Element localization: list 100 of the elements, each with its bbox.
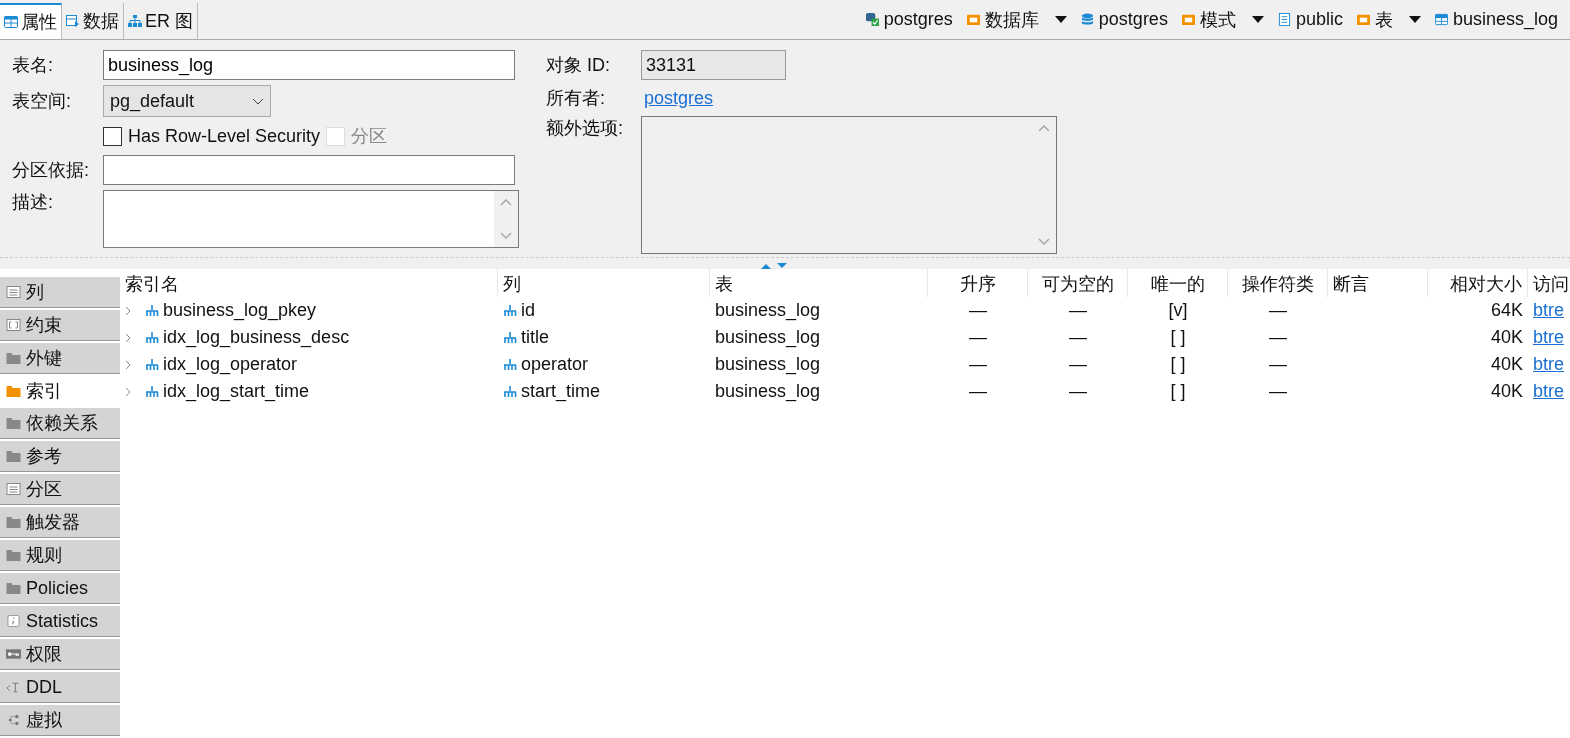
table-cell: — bbox=[969, 354, 987, 375]
bracket-icon bbox=[6, 319, 21, 331]
field-label: 对象 ID: bbox=[546, 54, 611, 77]
field-label: 分区依据: bbox=[12, 159, 90, 182]
breadcrumb-item[interactable]: postgres bbox=[865, 9, 953, 30]
dropdown-arrow-icon[interactable] bbox=[1054, 16, 1067, 23]
table-cell: [ ] bbox=[1170, 381, 1186, 402]
database-icon bbox=[1080, 13, 1094, 26]
breadcrumb-item[interactable]: public bbox=[1277, 9, 1343, 30]
editor-tab[interactable]: 数据 bbox=[62, 3, 124, 39]
data-grid-icon bbox=[66, 15, 80, 27]
sidebar-tab[interactable]: 权限 bbox=[0, 639, 120, 670]
folder-icon bbox=[6, 582, 21, 594]
dropdown-arrow-icon[interactable] bbox=[1408, 16, 1421, 23]
access-method-link[interactable]: btre bbox=[1533, 381, 1565, 402]
breadcrumb-item[interactable]: business_log bbox=[1434, 9, 1558, 30]
sidebar-tab-label: 分区 bbox=[26, 478, 62, 501]
folder-icon bbox=[6, 450, 21, 462]
index-icon bbox=[503, 358, 517, 371]
sidebar-tab[interactable]: Statistics bbox=[0, 606, 120, 637]
chevron-down-icon bbox=[252, 97, 264, 105]
chevron-down-icon[interactable] bbox=[500, 232, 512, 239]
table-cell: start_time bbox=[521, 381, 601, 402]
table-cell: 40K bbox=[1490, 327, 1523, 348]
editor-tab[interactable]: 属性 bbox=[0, 3, 62, 39]
column-header[interactable]: 可为空的 bbox=[1028, 269, 1128, 297]
index-icon bbox=[145, 358, 159, 371]
access-method-link[interactable]: btre bbox=[1533, 300, 1565, 321]
breadcrumb-item[interactable]: postgres bbox=[1080, 9, 1168, 30]
sidebar-tab[interactable]: DDL bbox=[0, 672, 120, 703]
extra-options-field[interactable] bbox=[641, 116, 1057, 254]
checkbox-box[interactable] bbox=[103, 126, 122, 146]
table-cell: — bbox=[969, 381, 987, 402]
table-cell: 40K bbox=[1490, 381, 1523, 402]
sidebar-tab-label: Policies bbox=[26, 577, 89, 599]
table-cell: title bbox=[521, 327, 549, 348]
table-name-field[interactable]: business_log bbox=[103, 50, 515, 80]
sidebar-tab-label: 约束 bbox=[26, 314, 62, 337]
sidebar-tab[interactable]: 列 bbox=[0, 277, 120, 308]
column-header[interactable]: 表 bbox=[710, 269, 928, 297]
chevron-up-icon[interactable] bbox=[1038, 125, 1050, 132]
access-method-link[interactable]: btre bbox=[1533, 354, 1565, 375]
folder-icon bbox=[1356, 13, 1370, 26]
index-icon bbox=[503, 304, 517, 317]
sidebar-tab[interactable]: 参考 bbox=[0, 441, 120, 472]
sidebar-tab-label: 依赖关系 bbox=[26, 412, 98, 435]
index-icon bbox=[145, 385, 159, 398]
column-header[interactable]: 断言 bbox=[1328, 269, 1428, 297]
sidebar-tab-label: DDL bbox=[26, 676, 62, 698]
sidebar-tab[interactable]: 虚拟 bbox=[0, 705, 120, 736]
table-cell: operator bbox=[521, 354, 589, 375]
table-cell: idx_log_operator bbox=[163, 354, 298, 375]
breadcrumb-item[interactable]: 模式 bbox=[1181, 7, 1236, 32]
checkbox-label: 分区 bbox=[351, 125, 388, 148]
column-header[interactable]: 唯一的 bbox=[1128, 269, 1228, 297]
sidebar-tab-label: 参考 bbox=[26, 445, 62, 468]
object-id-field: 33131 bbox=[641, 50, 786, 80]
key-icon bbox=[6, 648, 21, 660]
table-cell: [v] bbox=[1168, 300, 1188, 321]
chevron-up-icon[interactable] bbox=[500, 199, 512, 206]
column-header[interactable]: 列 bbox=[498, 269, 710, 297]
index-icon bbox=[145, 304, 159, 317]
field-label: 所有者: bbox=[546, 87, 606, 110]
table-cell: 64K bbox=[1490, 300, 1523, 321]
sidebar-tab[interactable]: 规则 bbox=[0, 540, 120, 571]
description-field[interactable] bbox=[103, 190, 519, 248]
editor-tab[interactable]: ER 图 bbox=[124, 3, 198, 39]
access-method-link[interactable]: btre bbox=[1533, 327, 1565, 348]
column-header[interactable]: 索引名 bbox=[120, 269, 498, 297]
chevron-down-icon[interactable] bbox=[1038, 238, 1050, 245]
index-icon bbox=[503, 385, 517, 398]
sidebar-tab[interactable]: 约束 bbox=[0, 310, 120, 341]
collapse-arrows-icon[interactable] bbox=[759, 263, 789, 269]
table-cell: — bbox=[1069, 300, 1087, 321]
index-icon bbox=[145, 331, 159, 344]
column-header[interactable]: 相对大小 bbox=[1428, 269, 1528, 297]
sidebar-tab[interactable]: 依赖关系 bbox=[0, 408, 120, 439]
breadcrumb-item[interactable]: 数据库 bbox=[966, 7, 1039, 32]
sidebar-tab[interactable]: 外键 bbox=[0, 343, 120, 374]
column-header[interactable]: 访问 bbox=[1528, 269, 1570, 297]
sidebar-tab[interactable]: 分区 bbox=[0, 474, 120, 505]
breadcrumb-item[interactable]: 表 bbox=[1356, 7, 1393, 32]
code-icon bbox=[6, 681, 21, 693]
table-cell: — bbox=[1269, 327, 1287, 348]
scrollbar[interactable] bbox=[494, 191, 518, 247]
folder-icon bbox=[966, 13, 980, 26]
column-header[interactable]: 升序 bbox=[928, 269, 1028, 297]
column-header[interactable]: 操作符类 bbox=[1228, 269, 1328, 297]
partition-by-field[interactable] bbox=[103, 155, 515, 185]
table-cell: id bbox=[521, 300, 535, 321]
field-label: 表空间: bbox=[12, 90, 72, 113]
sidebar-tab[interactable]: 触发器 bbox=[0, 507, 120, 538]
sidebar-tab-label: 触发器 bbox=[26, 511, 80, 534]
tablespace-dropdown[interactable]: pg_default bbox=[103, 85, 271, 117]
owner-link[interactable]: postgres bbox=[641, 87, 714, 109]
table-cell: — bbox=[1269, 354, 1287, 375]
dropdown-arrow-icon[interactable] bbox=[1251, 16, 1264, 23]
sidebar-tab[interactable]: Policies bbox=[0, 573, 120, 604]
table-cell: — bbox=[1069, 354, 1087, 375]
table-cell: — bbox=[1269, 381, 1287, 402]
